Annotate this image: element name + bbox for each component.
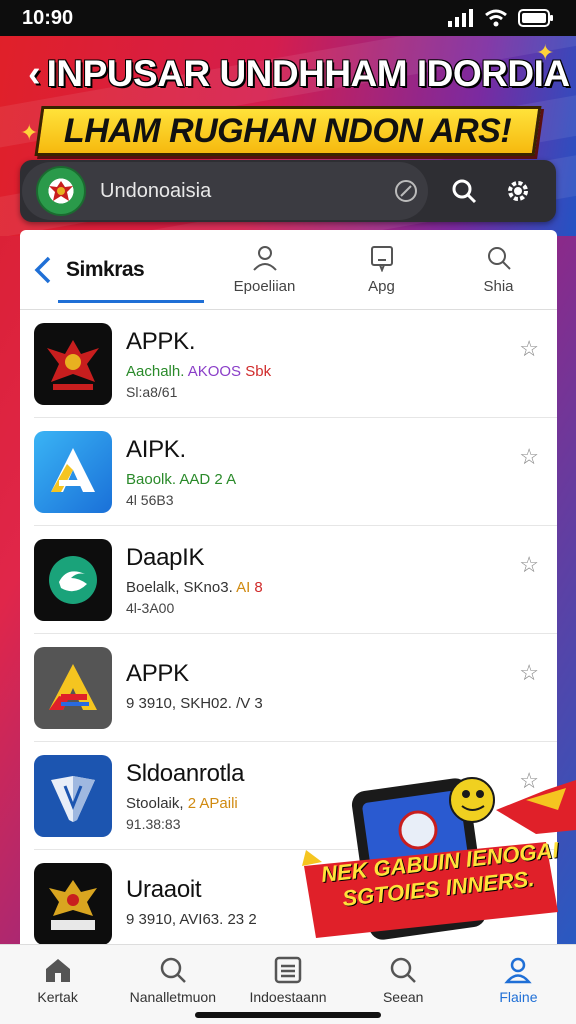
- app-meta: Sl:a8/61: [126, 383, 178, 400]
- tab-indicator: [58, 300, 204, 303]
- nav-label: Nanalletmuon: [129, 989, 216, 1005]
- search-bar[interactable]: Undonoaisia: [20, 160, 556, 222]
- nav-profile[interactable]: Flaine: [461, 945, 576, 1024]
- signal-icon: [448, 9, 473, 27]
- app-name: DaapIK: [126, 543, 205, 571]
- tab-app[interactable]: Apg: [323, 230, 440, 310]
- garuda-emblem-icon: [49, 181, 73, 201]
- app-name: AIPK.: [126, 435, 186, 463]
- list-icon: [274, 956, 302, 984]
- shield-arrow-icon: [34, 754, 112, 837]
- status-icons: [448, 9, 554, 27]
- search-icon: [390, 957, 417, 983]
- star-icon[interactable]: ☆: [519, 444, 539, 470]
- nav-label: Flaine: [499, 989, 538, 1005]
- list-item[interactable]: DaapIK Boelalk, SKno3. AI 8 4l-3A00 ☆: [34, 526, 557, 634]
- list-item[interactable]: APPK. Aachalh. AKOOS Sbk Sl:a8/61 ☆: [34, 310, 557, 418]
- app-name: APPK: [126, 659, 189, 687]
- battery-icon: [518, 9, 553, 27]
- star-icon[interactable]: ☆: [519, 552, 539, 578]
- home-indicator[interactable]: [195, 1012, 381, 1018]
- search-icon: [160, 957, 186, 983]
- status-time: 10:90: [22, 6, 74, 29]
- app-subtitle: Boelalk, SKno3. AI 8: [126, 578, 263, 596]
- nav-label: Seean: [382, 989, 424, 1005]
- wifi-icon: [485, 9, 507, 27]
- clear-icon[interactable]: [384, 169, 428, 213]
- tab-label: Shia: [483, 278, 514, 295]
- status-bar: 10:90: [0, 0, 576, 36]
- garuda-emblem-icon: [34, 862, 112, 944]
- banner-title: INPUSAR UNDHHAM IDORDIA: [46, 53, 570, 94]
- app-subtitle: Baoolk. AAD 2 A: [126, 470, 237, 488]
- tab-main[interactable]: Simkras: [66, 230, 206, 310]
- tab-label: Apg: [368, 278, 395, 295]
- back-chevron-icon[interactable]: ‹: [28, 53, 41, 96]
- list-item[interactable]: APPK 9 3910, SKH02. /V 3 ☆: [34, 634, 557, 742]
- letter-a-icon: [34, 646, 112, 729]
- avatar[interactable]: [36, 166, 86, 216]
- promo-sticker[interactable]: NEK GABUIN IENOGAI SGTOIES INNERS.: [296, 770, 576, 950]
- user-icon: [252, 246, 277, 271]
- app-name: APPK.: [126, 327, 196, 355]
- search-icon[interactable]: [442, 169, 486, 213]
- app-meta: 4l 56B3: [126, 491, 174, 508]
- app-subtitle: Aachalh. AKOOS Sbk: [126, 362, 272, 380]
- search-icon: [487, 247, 511, 270]
- app-meta: 4l-3A00: [126, 599, 175, 616]
- home-icon: [45, 959, 70, 982]
- nav-label: Indoestaann: [249, 989, 327, 1005]
- list-item[interactable]: AIPK. Baoolk. AAD 2 A 4l 56B3 ☆: [34, 418, 557, 526]
- search-input[interactable]: Undonoaisia: [100, 180, 384, 203]
- tab-label: Epoeliian: [233, 278, 296, 295]
- back-icon[interactable]: [20, 255, 66, 285]
- swirl-logo-icon: [34, 538, 112, 621]
- star-icon[interactable]: ☆: [519, 336, 539, 362]
- nav-label: Kertak: [37, 989, 78, 1005]
- nav-home[interactable]: Kertak: [0, 945, 115, 1024]
- profile-icon: [504, 957, 533, 984]
- app-subtitle: 9 3910, SKH02. /V 3: [126, 694, 263, 712]
- tab-bar: Simkras Epoeliian Apg Shia: [20, 230, 557, 310]
- garuda-emblem-icon: [34, 322, 112, 405]
- app-store-a-icon: [34, 430, 112, 513]
- search-pill[interactable]: Undonoaisia: [22, 162, 428, 220]
- tab-search[interactable]: Shia: [440, 230, 557, 310]
- banner-subtitle-box: LHAM RUGHAN NDON ARS!: [34, 106, 542, 156]
- settings-gear-icon[interactable]: [496, 169, 540, 213]
- message-icon: [370, 246, 393, 272]
- tab-profile[interactable]: Epoeliian: [206, 230, 323, 310]
- banner-headline: ‹ INPUSAR UNDHHAM IDORDIA: [0, 50, 576, 98]
- star-icon[interactable]: ☆: [519, 660, 539, 686]
- banner-subtitle: LHAM RUGHAN NDON ARS!: [64, 111, 512, 150]
